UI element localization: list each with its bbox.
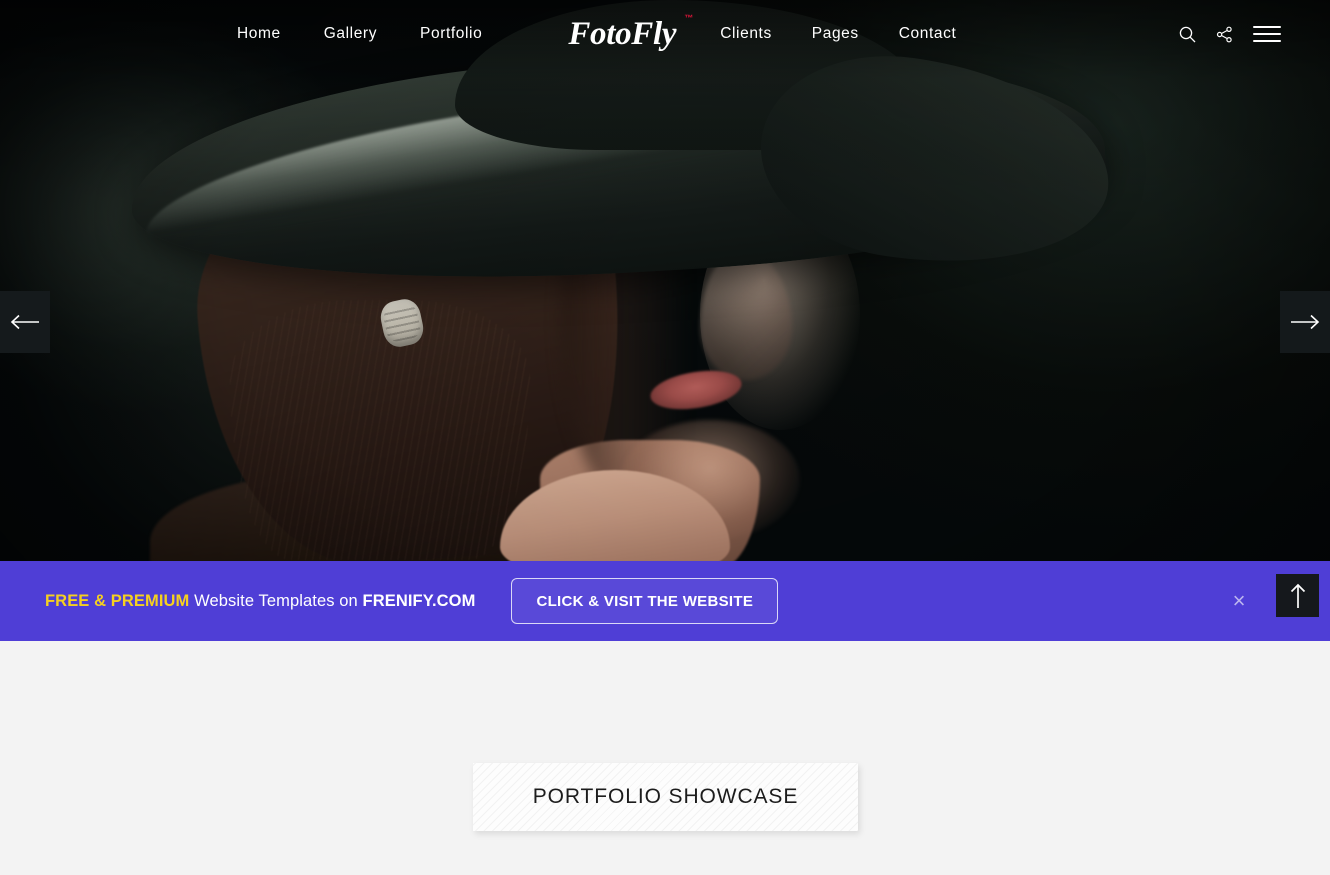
hero-slider	[0, 0, 1330, 561]
header-icon-group	[1179, 26, 1281, 43]
page-root: Home Gallery Portfolio FotoFly ™ Clients…	[0, 0, 1330, 875]
promo-highlight-text: FREE & PREMIUM	[45, 591, 190, 610]
promo-cta-label: CLICK & VISIT THE WEBSITE	[536, 592, 754, 610]
burger-line	[1253, 40, 1281, 42]
nav-item-portfolio[interactable]: Portfolio	[420, 25, 482, 43]
promo-close-icon[interactable]: ×	[1226, 588, 1252, 614]
nav-item-clients[interactable]: Clients	[720, 25, 772, 43]
portfolio-showcase-box: PORTFOLIO SHOWCASE	[473, 763, 858, 831]
nav-item-gallery[interactable]: Gallery	[324, 25, 377, 43]
share-icon[interactable]	[1216, 26, 1233, 43]
site-logo[interactable]: FotoFly ™	[568, 13, 693, 53]
search-icon[interactable]	[1179, 26, 1196, 43]
arrow-right-icon	[1291, 314, 1320, 330]
arrow-up-icon	[1290, 583, 1305, 608]
arrow-left-icon	[10, 314, 39, 330]
trademark-symbol: ™	[684, 12, 694, 23]
slider-prev-button[interactable]	[0, 291, 50, 353]
burger-line	[1253, 26, 1281, 28]
hero-vignette-overlay	[0, 0, 1330, 561]
site-header: Home Gallery Portfolio FotoFly ™ Clients…	[0, 0, 1330, 68]
promo-domain-text: FRENIFY.COM	[362, 591, 476, 610]
primary-nav-left: Home Gallery Portfolio	[237, 25, 482, 43]
scroll-to-top-button[interactable]	[1276, 574, 1319, 617]
portfolio-showcase-title: PORTFOLIO SHOWCASE	[532, 785, 799, 808]
nav-item-home[interactable]: Home	[237, 25, 281, 43]
nav-item-contact[interactable]: Contact	[899, 25, 957, 43]
promo-banner: FREE & PREMIUM Website Templates on FREN…	[0, 561, 1330, 641]
promo-cta-button[interactable]: CLICK & VISIT THE WEBSITE	[511, 578, 779, 624]
promo-middle-text: Website Templates on	[189, 591, 363, 610]
burger-line	[1253, 33, 1281, 35]
slider-next-button[interactable]	[1280, 291, 1330, 353]
nav-item-pages[interactable]: Pages	[812, 25, 859, 43]
site-logo-text: FotoFly	[568, 15, 677, 52]
primary-nav-right: Clients Pages Contact	[720, 25, 956, 43]
content-section: PORTFOLIO SHOWCASE	[0, 641, 1330, 875]
hamburger-menu-icon[interactable]	[1253, 26, 1281, 42]
promo-message: FREE & PREMIUM Website Templates on FREN…	[45, 592, 475, 611]
